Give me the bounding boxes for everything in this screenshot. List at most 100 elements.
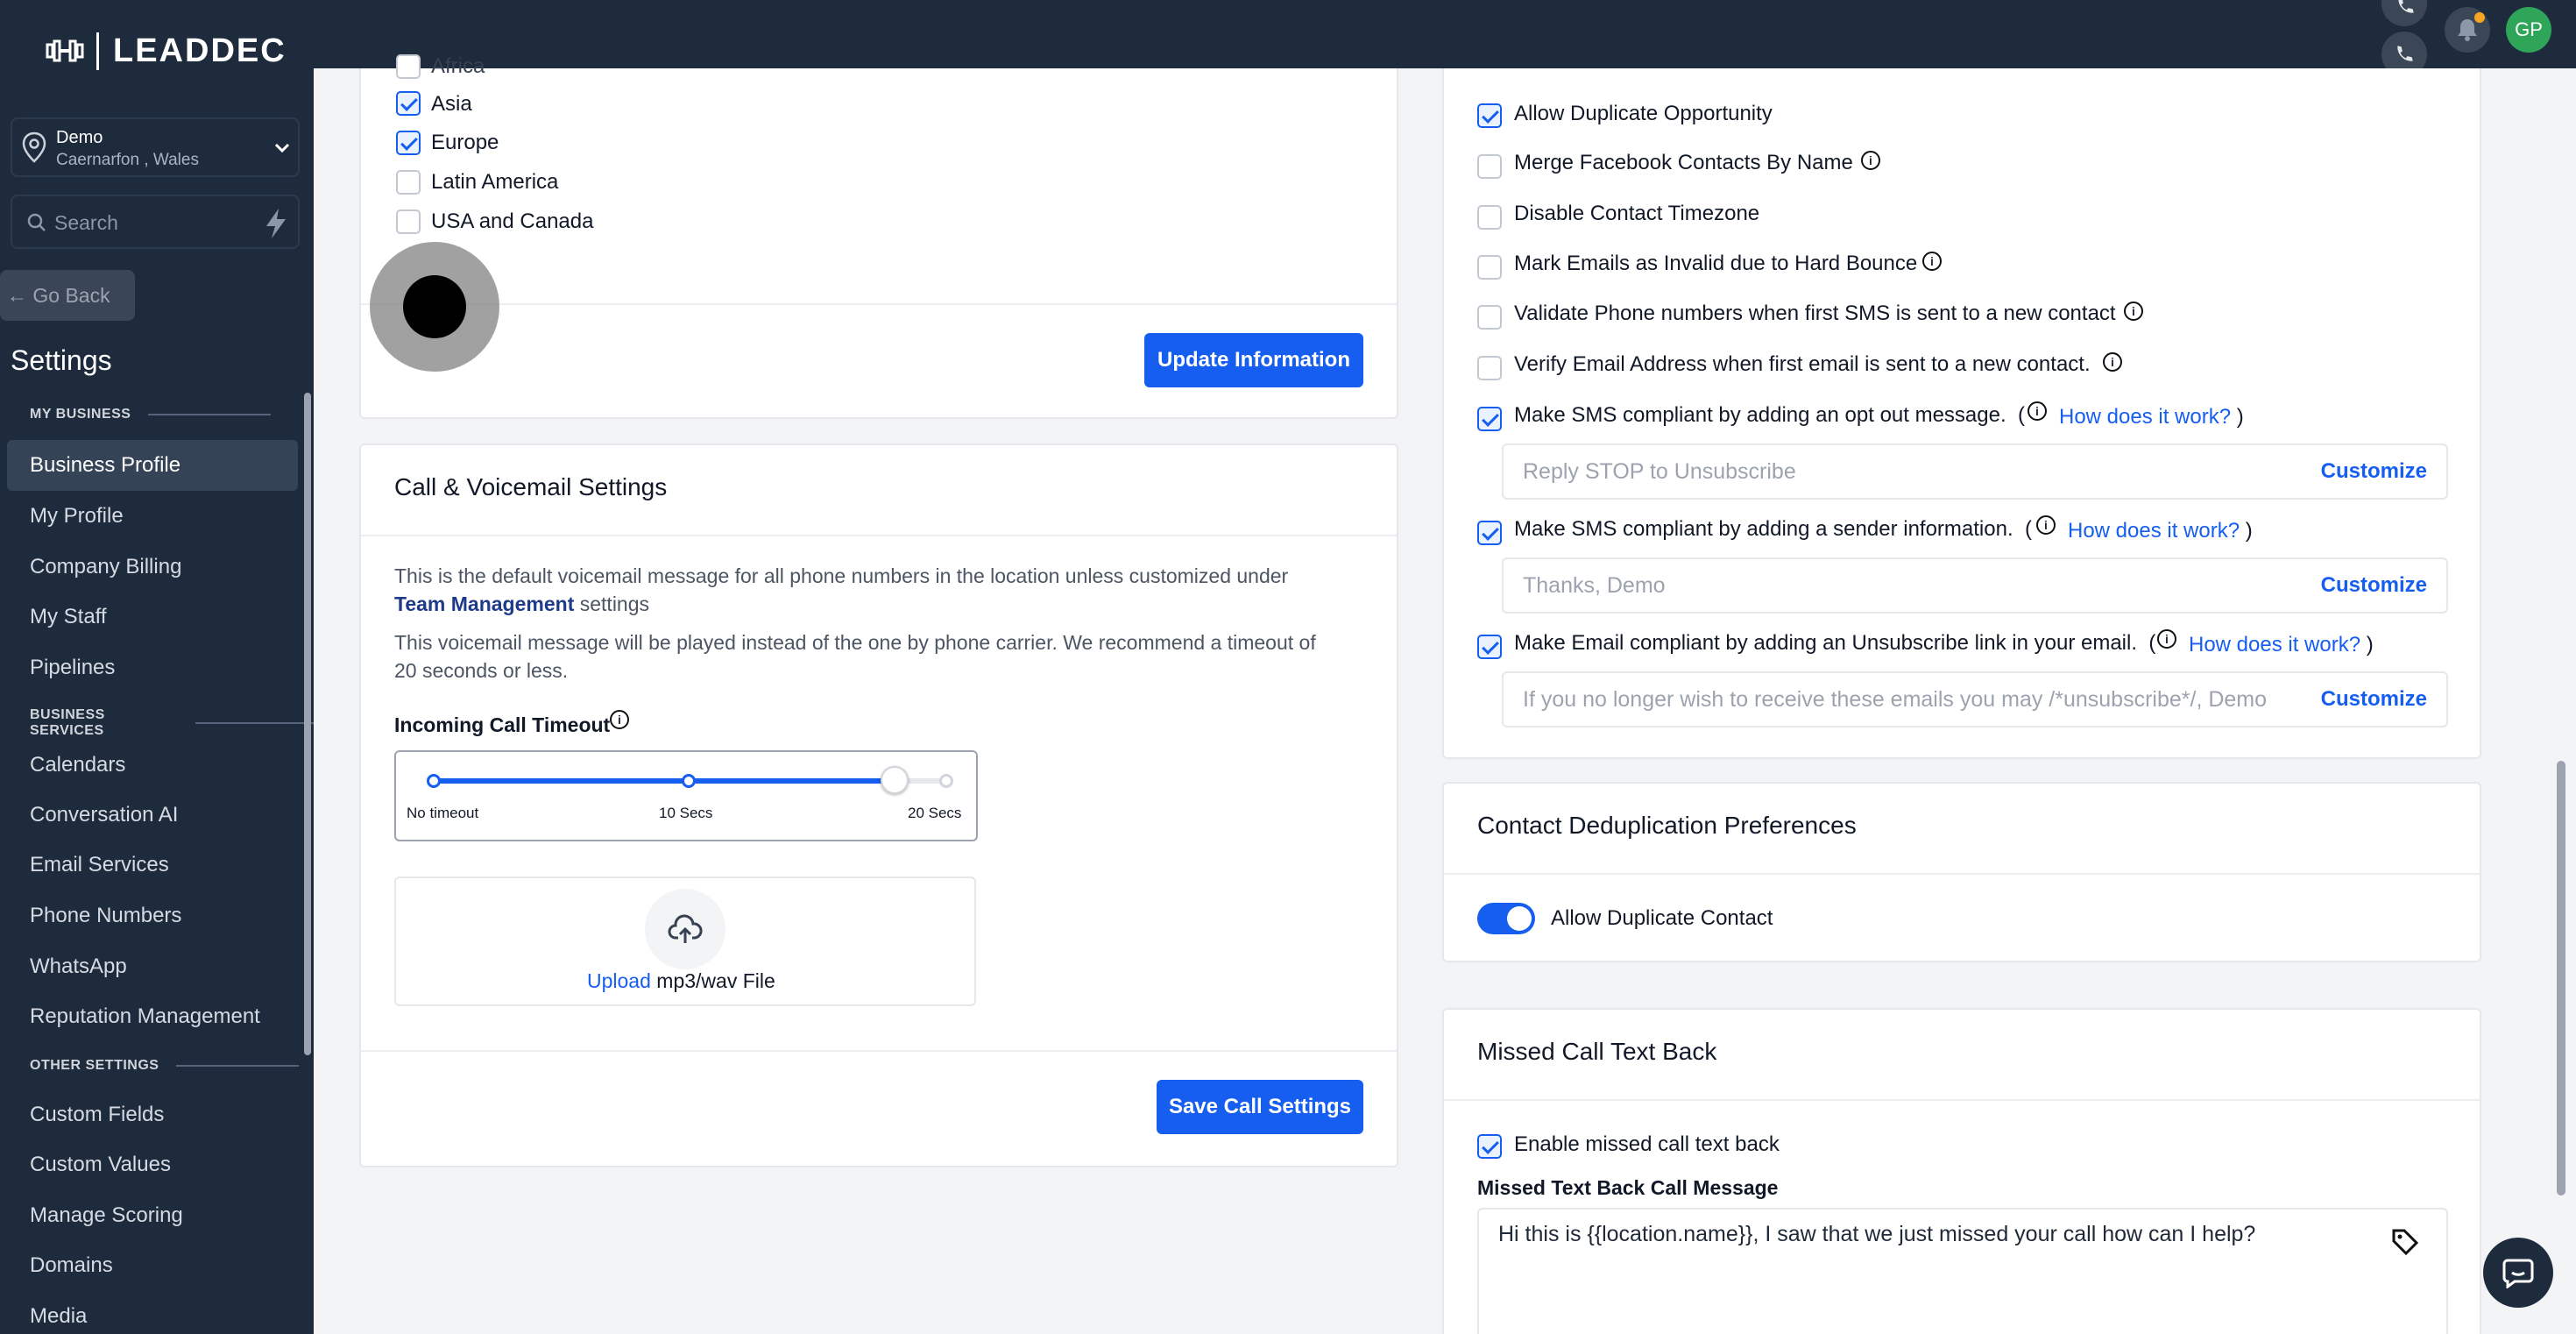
go-back-label: Go Back	[32, 284, 110, 307]
checkbox-africa[interactable]	[396, 54, 421, 79]
checkbox-europe[interactable]	[396, 131, 421, 155]
sidebar-item-my-staff[interactable]: My Staff	[7, 592, 298, 642]
cursor-dot	[403, 275, 466, 338]
search-placeholder: Search	[54, 211, 118, 234]
save-call-settings-button[interactable]: Save Call Settings	[1157, 1080, 1363, 1134]
sidebar-item-custom-fields[interactable]: Custom Fields	[7, 1089, 298, 1140]
checkbox-allow-duplicate-opportunity[interactable]	[1477, 103, 1502, 128]
sidebar-item-my-profile[interactable]: My Profile	[7, 491, 298, 542]
open-paren: (	[2148, 631, 2156, 655]
slider-thumb[interactable]	[881, 766, 909, 794]
customize-button[interactable]: Customize	[2321, 573, 2427, 598]
info-icon[interactable]: i	[1922, 252, 1942, 271]
section-business-services: BUSINESS SERVICES	[30, 707, 314, 739]
checkbox-disable-contact-timezone[interactable]	[1477, 205, 1502, 230]
location-switcher[interactable]: Demo Caernarfon , Wales	[11, 117, 300, 177]
how-does-it-work-link[interactable]: How does it work?	[2059, 405, 2231, 429]
upload-dropzone[interactable]: Upload mp3/wav File	[394, 876, 976, 1006]
chevron-down-icon	[274, 143, 290, 153]
sidebar: LEADDEC Demo Caernarfon , Wales Search ←…	[0, 0, 314, 1334]
open-paren: (	[2018, 403, 2025, 427]
info-icon[interactable]: i	[2036, 515, 2056, 535]
info-icon[interactable]: i	[2157, 629, 2176, 649]
sidebar-item-conversation-ai[interactable]: Conversation AI	[7, 790, 298, 841]
info-icon[interactable]: i	[1861, 151, 1880, 170]
sidebar-item-company-billing[interactable]: Company Billing	[7, 542, 298, 592]
option-label: Make SMS compliant by adding a sender in…	[1514, 517, 2032, 542]
sidebar-scrollbar[interactable]	[304, 393, 311, 1055]
avatar[interactable]: GP	[2506, 7, 2551, 53]
chat-widget-button[interactable]	[2483, 1238, 2553, 1308]
sidebar-item-reputation-management[interactable]: Reputation Management	[7, 991, 298, 1042]
checkbox-verify-email-address[interactable]	[1477, 356, 1502, 380]
sidebar-item-whatsapp[interactable]: WhatsApp	[7, 941, 298, 992]
checkbox-asia[interactable]	[396, 91, 421, 116]
customize-button[interactable]: Customize	[2321, 459, 2427, 484]
sidebar-item-pipelines[interactable]: Pipelines	[7, 642, 298, 693]
email-unsub-label: Make Email compliant by adding an Unsubs…	[1514, 631, 2137, 655]
tag-icon[interactable]	[2390, 1227, 2420, 1257]
section-my-business: MY BUSINESS	[30, 407, 271, 422]
missed-message-textarea[interactable]: Hi this is {{location.name}}, I saw that…	[1477, 1208, 2448, 1334]
checkbox-merge-facebook-contacts[interactable]	[1477, 154, 1502, 179]
missed-message-text: Hi this is {{location.name}}, I saw that…	[1498, 1222, 2256, 1246]
logo[interactable]: LEADDEC	[46, 25, 287, 77]
phone-button-top[interactable]	[2381, 0, 2427, 26]
lightning-icon[interactable]	[259, 207, 293, 240]
info-icon[interactable]: i	[2103, 352, 2122, 372]
sms-optout-input[interactable]: Reply STOP to Unsubscribe Customize	[1502, 443, 2448, 500]
option-label: Mark Emails as Invalid due to Hard Bounc…	[1514, 252, 1918, 275]
slider-tick-20	[939, 774, 953, 788]
checkbox-email-unsubscribe[interactable]	[1477, 635, 1502, 659]
close-paren: )	[2236, 405, 2244, 429]
region-label-usa-canada: USA and Canada	[431, 209, 594, 233]
upload-link[interactable]: Upload	[587, 969, 651, 992]
checkbox-sms-sender[interactable]	[1477, 521, 1502, 545]
how-does-it-work-link[interactable]: How does it work?	[2068, 519, 2240, 543]
update-information-button[interactable]: Update Information	[1144, 333, 1363, 387]
team-management-link[interactable]: Team Management	[394, 592, 574, 615]
region-label-asia: Asia	[431, 92, 472, 116]
call-settings-title: Call & Voicemail Settings	[394, 473, 668, 500]
sms-sender-input[interactable]: Thanks, Demo Customize	[1502, 557, 2448, 614]
sidebar-item-email-services[interactable]: Email Services	[7, 840, 298, 891]
checkbox-enable-missed-call[interactable]	[1477, 1134, 1502, 1159]
info-icon[interactable]: i	[2124, 302, 2143, 321]
slider-track[interactable]	[427, 766, 953, 794]
checkbox-latin-america[interactable]	[396, 170, 421, 195]
upload-text: Upload mp3/wav File	[587, 969, 775, 993]
checkbox-mark-emails-invalid[interactable]	[1477, 255, 1502, 280]
allow-duplicate-contact-toggle[interactable]	[1477, 903, 1535, 934]
option-label: Make SMS compliant by adding an opt out …	[1514, 403, 2025, 428]
notifications-button[interactable]	[2445, 7, 2490, 53]
voicemail-desc-2-line2: 20 seconds or less.	[394, 659, 569, 682]
incoming-call-timeout-label: Incoming Call Timeout	[394, 713, 611, 736]
sidebar-search[interactable]: Search	[11, 195, 300, 249]
sidebar-item-custom-values[interactable]: Custom Values	[7, 1139, 298, 1190]
info-icon[interactable]: i	[610, 710, 629, 729]
upload-icon-wrap	[645, 889, 725, 969]
dumbbell-icon	[46, 39, 84, 62]
how-does-it-work-link[interactable]: How does it work?	[2189, 633, 2360, 656]
email-unsub-input[interactable]: If you no longer wish to receive these e…	[1502, 671, 2448, 727]
checkbox-usa-canada[interactable]	[396, 209, 421, 234]
open-paren: (	[2024, 517, 2032, 541]
main-scrollbar[interactable]	[2557, 761, 2565, 1196]
checkbox-sms-optout[interactable]	[1477, 407, 1502, 431]
how-link-wrap: How does it work? )	[2068, 519, 2253, 543]
sidebar-item-manage-scoring[interactable]: Manage Scoring	[7, 1190, 298, 1241]
customize-button[interactable]: Customize	[2321, 687, 2427, 712]
go-back-button[interactable]: ← Go Back	[0, 270, 135, 321]
checkbox-validate-phone-numbers[interactable]	[1477, 305, 1502, 330]
sms-optout-label: Make SMS compliant by adding an opt out …	[1514, 403, 2006, 427]
sidebar-item-media[interactable]: Media	[7, 1291, 298, 1334]
sidebar-item-calendars[interactable]: Calendars	[7, 740, 298, 791]
sidebar-item-business-profile[interactable]: Business Profile	[7, 440, 298, 491]
region-label-latin-america: Latin America	[431, 170, 559, 194]
sms-optout-placeholder: Reply STOP to Unsubscribe	[1523, 459, 1796, 484]
sidebar-item-phone-numbers[interactable]: Phone Numbers	[7, 891, 298, 941]
option-label: Validate Phone numbers when first SMS is…	[1514, 302, 2116, 325]
sidebar-item-domains[interactable]: Domains	[7, 1240, 298, 1291]
info-icon[interactable]: i	[2028, 401, 2047, 421]
toggle-knob	[1507, 906, 1532, 931]
